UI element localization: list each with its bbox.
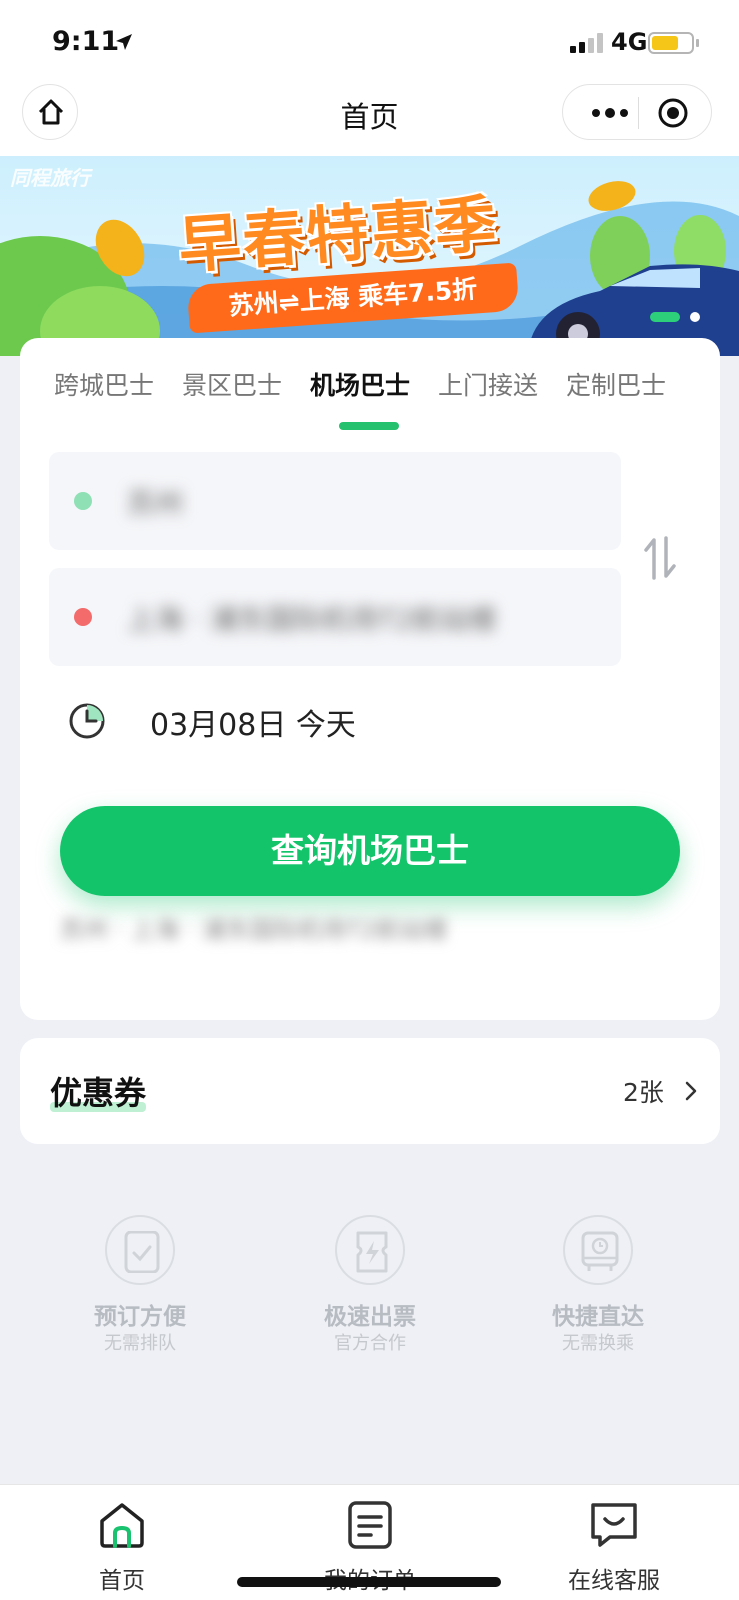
battery-level bbox=[652, 36, 678, 50]
feature-icon-circle bbox=[105, 1215, 175, 1285]
coupon-card[interactable]: 优惠券 2张 bbox=[20, 1038, 720, 1144]
arrival-value: 上海 · 浦东国际机场T2航站楼 bbox=[127, 603, 497, 636]
coupon-title: 优惠券 bbox=[50, 1074, 147, 1112]
order-list-icon bbox=[348, 1501, 392, 1549]
battery-icon bbox=[648, 32, 694, 54]
home-button[interactable] bbox=[22, 84, 78, 140]
tab-intercity-bus[interactable]: 跨城巴士 bbox=[54, 366, 154, 402]
home-icon bbox=[38, 99, 64, 125]
tabbar-item-support[interactable]: 在线客服 bbox=[534, 1485, 694, 1600]
date-selector[interactable]: 03月08日 今天 bbox=[68, 698, 668, 748]
chat-icon bbox=[591, 1503, 637, 1547]
search-history[interactable]: 苏州 · 上海 · 浦东国际机场T2航站楼 bbox=[60, 910, 448, 945]
active-tab-indicator bbox=[339, 422, 399, 430]
close-target-icon[interactable] bbox=[657, 97, 689, 129]
ticket-lightning-icon bbox=[356, 1231, 388, 1273]
bus-type-tabs: 跨城巴士 景区巴士 机场巴士 上门接送 定制巴士 bbox=[20, 366, 720, 416]
tabbar-item-home[interactable]: 首页 bbox=[42, 1485, 202, 1600]
feature-item: 预订方便 无需排队 bbox=[40, 1215, 240, 1365]
clock-icon bbox=[69, 703, 105, 739]
departure-dot bbox=[74, 492, 92, 510]
status-time: 9:11 bbox=[52, 26, 120, 57]
promo-banner[interactable]: 同程旅行 早春特惠季 苏州⇌上海 乘车7.5折 bbox=[0, 156, 739, 356]
chevron-right-icon bbox=[685, 1081, 697, 1101]
feature-subtitle: 无需换乘 bbox=[562, 1333, 634, 1354]
tab-door-to-door[interactable]: 上门接送 bbox=[438, 366, 538, 402]
feature-item: 极速出票 官方合作 bbox=[270, 1215, 470, 1365]
bus-clock-icon bbox=[581, 1231, 619, 1271]
signal-strength-icon bbox=[570, 33, 603, 53]
tab-custom-bus[interactable]: 定制巴士 bbox=[566, 366, 666, 402]
feature-title: 预订方便 bbox=[94, 1304, 186, 1330]
search-card: 跨城巴士 景区巴士 机场巴士 上门接送 定制巴士 苏州 上海 · 浦东国际机场T… bbox=[20, 338, 720, 1020]
pagination-dot-active bbox=[650, 312, 680, 322]
nav-bar: 首页 bbox=[0, 84, 739, 156]
brand-logo-text: 同程旅行 bbox=[10, 166, 90, 190]
swap-icon[interactable] bbox=[642, 534, 678, 582]
departure-value: 苏州 bbox=[127, 487, 184, 520]
feature-icon-circle bbox=[335, 1215, 405, 1285]
date-value: 03月08日 今天 bbox=[150, 708, 356, 743]
home-icon bbox=[100, 1503, 144, 1548]
feature-icon-circle bbox=[563, 1215, 633, 1285]
feature-subtitle: 无需排队 bbox=[104, 1333, 176, 1354]
location-arrow-icon bbox=[116, 34, 132, 50]
phone-check-icon bbox=[124, 1231, 160, 1273]
tabbar-label: 首页 bbox=[99, 1568, 145, 1594]
arrival-dot bbox=[74, 608, 92, 626]
tab-airport-bus[interactable]: 机场巴士 bbox=[310, 366, 410, 402]
status-bar: 9:11 4G bbox=[0, 0, 739, 84]
capsule-divider bbox=[638, 97, 639, 129]
battery-tip bbox=[696, 39, 699, 47]
coupon-count: 2张 bbox=[623, 1078, 664, 1107]
more-icon[interactable] bbox=[583, 99, 637, 127]
feature-title: 快捷直达 bbox=[552, 1304, 644, 1330]
pagination-dot bbox=[690, 312, 700, 322]
arrival-field[interactable]: 上海 · 浦东国际机场T2航站楼 bbox=[49, 568, 621, 666]
tabbar-label: 在线客服 bbox=[568, 1568, 660, 1594]
mini-program-capsule bbox=[562, 84, 712, 140]
feature-subtitle: 官方合作 bbox=[334, 1333, 406, 1354]
departure-field[interactable]: 苏州 bbox=[49, 452, 621, 550]
network-type: 4G bbox=[611, 28, 648, 56]
home-indicator bbox=[237, 1577, 501, 1587]
search-airport-bus-button[interactable]: 查询机场巴士 bbox=[60, 806, 680, 896]
tab-scenic-bus[interactable]: 景区巴士 bbox=[182, 366, 282, 402]
feature-item: 快捷直达 无需换乘 bbox=[498, 1215, 698, 1365]
feature-title: 极速出票 bbox=[324, 1304, 416, 1330]
feature-highlights: 预订方便 无需排队 极速出票 官方合作 快捷直达 无需换乘 bbox=[0, 1215, 739, 1365]
